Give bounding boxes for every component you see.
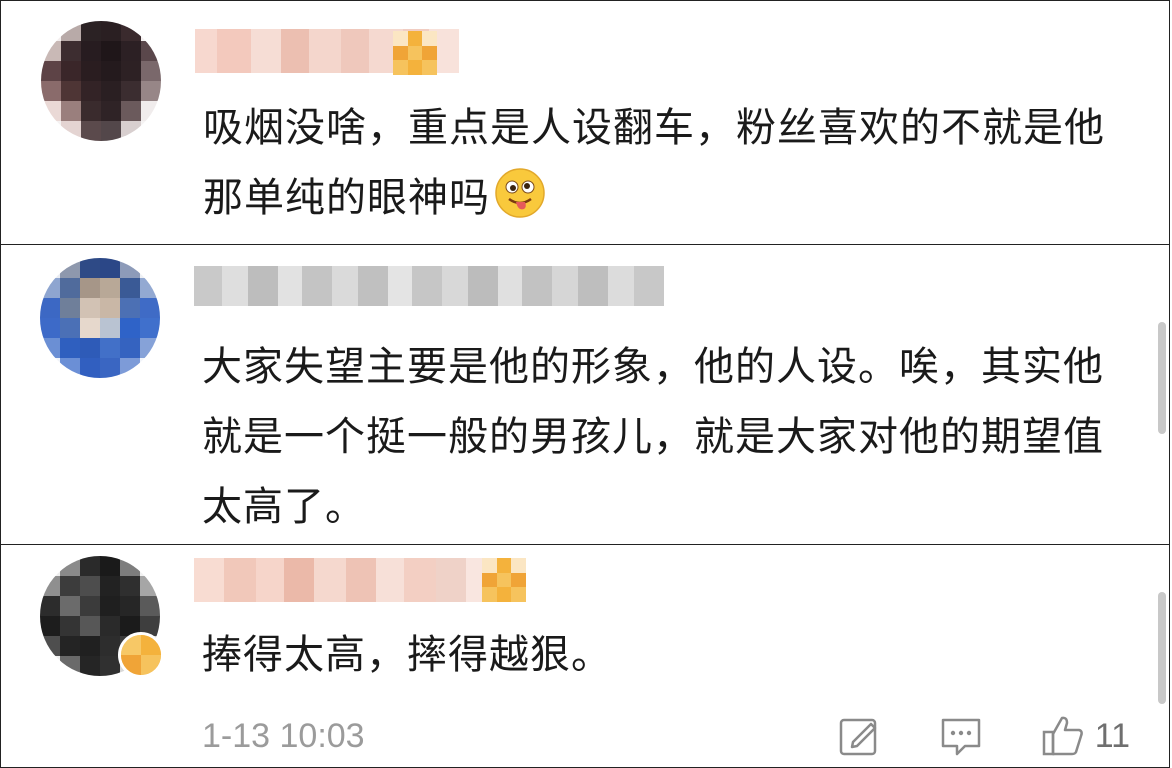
avatar[interactable] [40,258,160,378]
username-blurred[interactable] [194,558,484,602]
avatar[interactable] [41,21,161,141]
verified-badge-icon [118,632,164,678]
like-button[interactable]: 11 [1041,714,1130,758]
comment-text-content: 吸烟没啥，重点是人设翻车，粉丝喜欢的不就是他那单纯的眼神吗 [203,105,1105,221]
comment-text: 大家失望主要是他的形象，他的人设。唉，其实他就是一个挺一般的男孩儿，就是大家对他… [202,332,1122,542]
edit-icon[interactable] [837,714,881,758]
comment-text-content: 捧得太高，摔得越狠。 [202,632,612,678]
timestamp: 1-13 10:03 [202,716,365,755]
username-blurred[interactable] [194,266,664,306]
medal-icon [482,558,526,602]
comment-icon[interactable] [939,714,983,758]
comment-actions: 11 [837,712,1130,760]
medal-icon [393,31,437,75]
comment-text: 捧得太高，摔得越狠。 [202,620,1122,690]
scrollbar[interactable] [1158,322,1166,434]
like-icon[interactable] [1041,714,1085,758]
tongue-out-emoji-icon [495,168,545,218]
comment-list: 吸烟没啥，重点是人设翻车，粉丝喜欢的不就是他那单纯的眼神吗 大家失望主要是他的形… [0,0,1172,768]
comment-text-content: 大家失望主要是他的形象，他的人设。唉，其实他就是一个挺一般的男孩儿，就是大家对他… [202,344,1104,530]
comment-footer: 1-13 10:03 11 [202,712,1142,760]
comment-item: 吸烟没啥，重点是人设翻车，粉丝喜欢的不就是他那单纯的眼神吗 [0,0,1170,245]
scrollbar[interactable] [1158,592,1166,704]
like-count: 11 [1094,716,1130,755]
comment-text: 吸烟没啥，重点是人设翻车，粉丝喜欢的不就是他那单纯的眼神吗 [203,93,1123,233]
